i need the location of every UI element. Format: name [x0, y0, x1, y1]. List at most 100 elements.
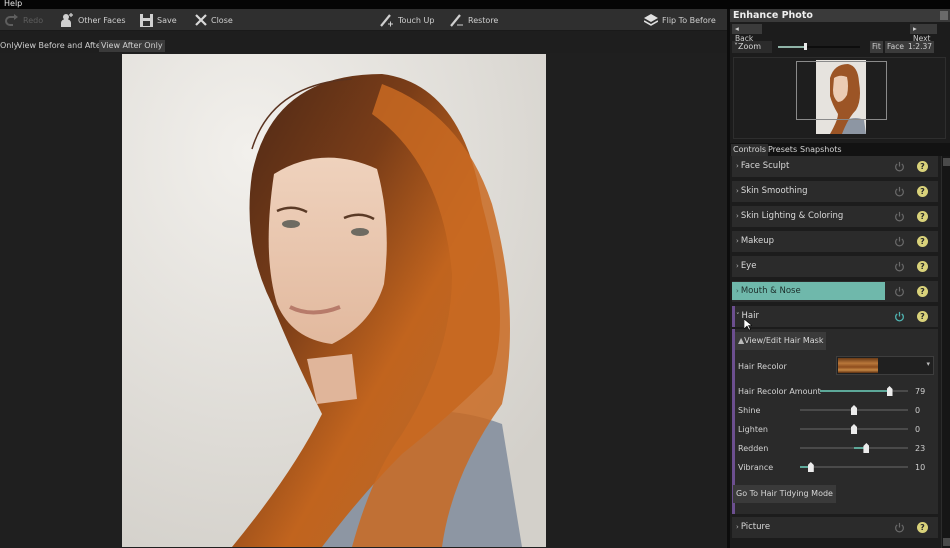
other-faces-button[interactable]: Other Faces: [60, 12, 126, 28]
save-icon: [140, 13, 153, 27]
lighten-label: Lighten: [738, 425, 768, 434]
hair-recolor-amount-slider[interactable]: [820, 386, 908, 396]
power-icon[interactable]: [894, 161, 905, 172]
close-button[interactable]: Close: [195, 12, 233, 28]
section-hair[interactable]: ˅ Hair ?: [732, 306, 938, 327]
flip-to-before-button[interactable]: Flip To Before: [644, 12, 716, 28]
slider-thumb[interactable]: [863, 443, 870, 453]
redo-icon: [5, 14, 18, 26]
menubar: Help: [0, 0, 950, 9]
next-button[interactable]: ▸ Next: [910, 24, 937, 43]
view-before-and-after[interactable]: View Before and After: [15, 40, 106, 52]
zoom-fit-button[interactable]: Fit: [870, 41, 883, 53]
power-icon[interactable]: [894, 186, 905, 197]
save-button[interactable]: Save: [140, 12, 177, 28]
section-makeup[interactable]: › Makeup ?: [732, 231, 938, 252]
view-mode-bar: Only View Before and After View After On…: [0, 31, 727, 53]
panel-tabs: Controls Presets Snapshots: [730, 143, 950, 156]
zoom-slider-thumb[interactable]: [804, 43, 808, 50]
hair-recolor-amount-label: Hair Recolor Amount: [738, 387, 821, 396]
power-icon[interactable]: [894, 261, 905, 272]
controls-scrollbar[interactable]: [941, 156, 950, 548]
power-icon[interactable]: [894, 522, 905, 533]
redo-button[interactable]: Redo: [5, 12, 43, 28]
section-eye[interactable]: › Eye ?: [732, 256, 938, 277]
power-on-icon[interactable]: [894, 311, 905, 322]
help-icon[interactable]: ?: [917, 211, 928, 222]
scroll-down-button[interactable]: [943, 538, 950, 546]
section-face-sculpt[interactable]: › Face Sculpt ?: [732, 156, 938, 177]
slider-fill: [820, 390, 890, 392]
section-skin-lighting-coloring[interactable]: › Skin Lighting & Coloring ?: [732, 206, 938, 227]
chevron-right-icon: ›: [736, 523, 739, 531]
slider-thumb[interactable]: [807, 462, 814, 472]
user-add-icon: [61, 13, 73, 27]
tab-controls[interactable]: Controls: [731, 144, 769, 156]
power-icon[interactable]: [894, 211, 905, 222]
help-icon[interactable]: ?: [917, 186, 928, 197]
help-icon[interactable]: ?: [917, 261, 928, 272]
controls-list: › Face Sculpt ? › Skin Smoothing ? › Skin L…: [730, 156, 940, 548]
navigator-preview[interactable]: [733, 57, 946, 139]
hair-recolor-amount-value: 79: [915, 387, 926, 396]
help-icon[interactable]: ?: [917, 311, 928, 322]
restore-button[interactable]: Restore: [450, 12, 498, 28]
back-arrow-icon: ◂: [735, 24, 739, 33]
section-picture[interactable]: › Picture ?: [732, 517, 938, 538]
tab-presets[interactable]: Presets: [766, 144, 799, 156]
help-icon[interactable]: ?: [917, 522, 928, 533]
slider-thumb[interactable]: [851, 424, 857, 434]
hair-controls: ▲View/Edit Hair Mask Hair Recolor ▾ Hair…: [732, 329, 938, 514]
photo-canvas[interactable]: [0, 53, 727, 548]
next-arrow-icon: ▸: [913, 24, 917, 33]
portrait-image: [122, 54, 546, 547]
back-button[interactable]: ◂ Back: [732, 24, 762, 43]
scroll-up-button[interactable]: [943, 158, 950, 166]
lighten-value: 0: [915, 425, 921, 434]
portrait-photo[interactable]: [122, 54, 546, 547]
hair-tidying-mode-button[interactable]: Go To Hair Tidying Mode: [733, 485, 836, 503]
mouse-cursor-icon: [744, 319, 752, 331]
chevron-right-icon: ›: [736, 262, 739, 270]
hair-recolor-dropdown[interactable]: ▾: [836, 356, 934, 375]
hair-recolor-label: Hair Recolor: [738, 362, 787, 371]
shine-value: 0: [915, 406, 921, 415]
layers-icon: [644, 13, 658, 26]
chevron-right-icon: ›: [736, 287, 739, 295]
help-icon[interactable]: ?: [917, 236, 928, 247]
section-skin-smoothing[interactable]: › Skin Smoothing ?: [732, 181, 938, 202]
slider-track: [800, 466, 908, 468]
slider-thumb[interactable]: [886, 386, 893, 396]
hair-color-swatch: [838, 358, 878, 373]
enhance-photo-panel: Enhance Photo ◂ Back ▸ Next ˅Zoom Fit Fa…: [730, 9, 950, 548]
vibrance-label: Vibrance: [738, 463, 774, 472]
panel-nav: ◂ Back ▸ Next: [730, 23, 950, 43]
redden-slider[interactable]: [800, 443, 908, 453]
redden-label: Redden: [738, 444, 769, 453]
power-icon[interactable]: [894, 286, 905, 297]
touch-up-button[interactable]: Touch Up: [380, 12, 434, 28]
view-edit-hair-mask-button[interactable]: ▲View/Edit Hair Mask: [735, 332, 827, 350]
help-icon[interactable]: ?: [917, 286, 928, 297]
zoom-ratio[interactable]: 1:2.37: [906, 41, 934, 53]
power-icon[interactable]: [894, 236, 905, 247]
menu-help[interactable]: Help: [4, 0, 22, 8]
help-icon[interactable]: ?: [917, 161, 928, 172]
view-after-only[interactable]: View After Only: [99, 40, 165, 52]
lighten-slider[interactable]: [800, 424, 908, 434]
shine-label: Shine: [738, 406, 761, 415]
zoom-toggle[interactable]: ˅Zoom: [732, 41, 772, 53]
close-icon: [195, 14, 207, 26]
vibrance-value: 10: [915, 463, 926, 472]
chevron-down-icon: ▾: [926, 360, 930, 368]
vibrance-slider[interactable]: [800, 462, 908, 472]
tab-snapshots[interactable]: Snapshots: [798, 144, 844, 156]
section-mouth-nose[interactable]: › Mouth & Nose ?: [732, 281, 938, 302]
slider-thumb[interactable]: [851, 405, 857, 415]
navigator-viewport-frame[interactable]: [796, 61, 887, 120]
zoom-slider[interactable]: [778, 43, 860, 50]
zoom-face-button[interactable]: Face: [885, 41, 906, 53]
chevron-right-icon: ›: [736, 212, 739, 220]
shine-slider[interactable]: [800, 405, 908, 415]
panel-collapse-button[interactable]: [940, 11, 948, 20]
